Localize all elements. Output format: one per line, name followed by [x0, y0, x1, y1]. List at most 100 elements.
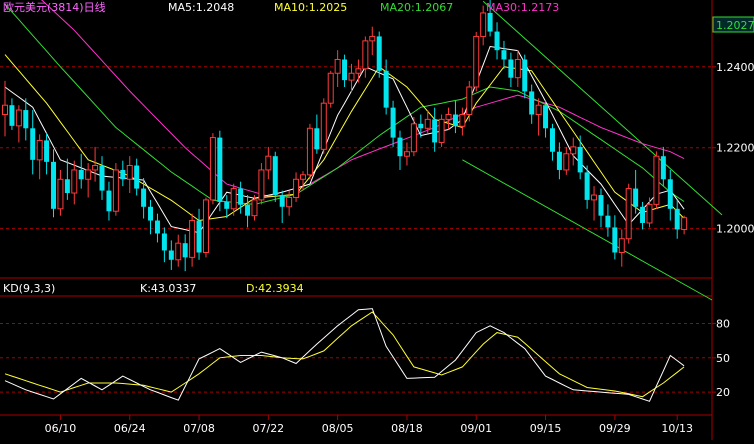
candle-body-down	[342, 59, 348, 81]
ma5-value: MA5:1.2048	[168, 1, 234, 14]
candle-body-up	[209, 137, 216, 201]
candle-body-down	[245, 204, 251, 216]
date-tick-label: 09/01	[460, 422, 492, 435]
price-tick-label: 1.2400	[716, 61, 754, 74]
candle-body-down	[224, 201, 230, 209]
candle-body-up	[459, 114, 466, 127]
kd-d-value: D:42.3934	[246, 282, 304, 295]
candle-body-down	[598, 195, 604, 216]
candle-body-up	[57, 178, 64, 210]
forex-daily-chart[interactable]: 1.2400 1.2200 1.2000 80 50 20 06/10 06/24 07/0…	[0, 0, 754, 444]
candle-body-down	[549, 128, 555, 152]
candle-body-up	[320, 102, 327, 150]
candle-body-down	[487, 12, 493, 32]
candle-body-up	[71, 169, 78, 194]
candle-body-up	[286, 196, 293, 208]
candle-body-up	[424, 118, 431, 129]
date-tick-label: 08/18	[391, 422, 423, 435]
candle-body-down	[9, 105, 15, 126]
candle-body-up	[327, 72, 334, 104]
candle-body-down	[154, 220, 160, 234]
candle-body-up	[92, 165, 99, 171]
candle-body-down	[23, 110, 29, 129]
instrument-title: 欧元美元(3814)日线	[3, 0, 106, 14]
kd-tick-label: 20	[716, 386, 730, 399]
candle-body-up	[362, 40, 369, 70]
candle-body-down	[148, 206, 154, 221]
candle-body-up	[202, 199, 209, 254]
kd-tick-label: 80	[716, 317, 730, 330]
candle-body-up	[251, 199, 258, 217]
candle-body-down	[640, 206, 646, 223]
candle-body-down	[418, 123, 424, 129]
candle-body-up	[403, 151, 410, 157]
candle-body-down	[99, 165, 105, 191]
candle-body-up	[126, 165, 133, 180]
candle-body-down	[279, 195, 285, 207]
date-tick-label: 06/10	[45, 422, 77, 435]
candle-body-down	[612, 227, 618, 253]
candle-body-up	[563, 153, 570, 171]
candle-body-down	[376, 36, 382, 71]
candle-body-up	[466, 86, 473, 116]
ma10-value: MA10:1.2025	[274, 1, 347, 14]
candle-body-up	[646, 203, 653, 224]
candle-body-down	[667, 179, 673, 209]
candle-body-down	[584, 172, 590, 200]
candle-body-up	[681, 217, 688, 230]
candle-body-down	[51, 161, 57, 209]
candle-body-down	[44, 140, 50, 162]
candle-body-down	[30, 128, 36, 160]
date-tick-label: 07/22	[252, 422, 284, 435]
candle-body-down	[605, 215, 611, 228]
candle-body-down	[432, 119, 438, 143]
candle-body-up	[473, 35, 480, 88]
candle-body-down	[556, 151, 562, 170]
candle-body-down	[633, 188, 639, 207]
candle-body-down	[120, 169, 126, 180]
candle-body-up	[15, 109, 22, 127]
candle-body-down	[577, 146, 583, 173]
candle-body-down	[494, 31, 500, 51]
candle-body-up	[348, 72, 355, 81]
candle-body-up	[514, 58, 521, 79]
candle-body-down	[390, 107, 396, 138]
candle-body-down	[182, 243, 188, 258]
date-tick-label: 10/13	[661, 422, 693, 435]
candle-body-down	[508, 59, 514, 78]
candle-body-down	[501, 50, 507, 60]
candle-body-down	[522, 59, 528, 92]
candle-body-down	[397, 137, 403, 157]
candle-body-up	[293, 178, 300, 198]
candle-body-down	[660, 156, 666, 180]
candle-body-up	[189, 220, 196, 258]
candle-body-up	[306, 127, 313, 176]
candle-body-up	[355, 68, 362, 74]
last-price-value: 1.2027	[716, 19, 754, 32]
candle-body-up	[480, 12, 487, 37]
candle-body-up	[85, 169, 92, 180]
candle-body-down	[168, 250, 174, 260]
candle-body-up	[299, 174, 306, 180]
date-tick-label: 08/05	[322, 422, 354, 435]
candle-body-up	[112, 169, 119, 212]
candle-body-down	[217, 137, 223, 202]
date-tick-label: 07/08	[183, 422, 215, 435]
candle-body-up	[535, 104, 542, 116]
candle-body-down	[64, 179, 70, 194]
candle-body-down	[238, 188, 244, 205]
candle-body-down	[78, 169, 84, 180]
candle-body-down	[106, 190, 112, 212]
kd-title: KD(9,3,3)	[3, 282, 55, 295]
kd-k-value: K:43.0337	[140, 282, 196, 295]
ma20-value: MA20:1.2067	[380, 1, 453, 14]
date-tick-label: 09/29	[599, 422, 631, 435]
candle-body-down	[674, 208, 680, 230]
date-tick-label: 09/15	[530, 422, 562, 435]
candle-body-up	[36, 139, 43, 161]
candle-body-down	[134, 165, 140, 189]
candle-body-up	[2, 104, 8, 116]
date-tick-label: 06/24	[114, 422, 146, 435]
candle-body-down	[161, 233, 167, 251]
price-tick-label: 1.2200	[716, 142, 754, 155]
